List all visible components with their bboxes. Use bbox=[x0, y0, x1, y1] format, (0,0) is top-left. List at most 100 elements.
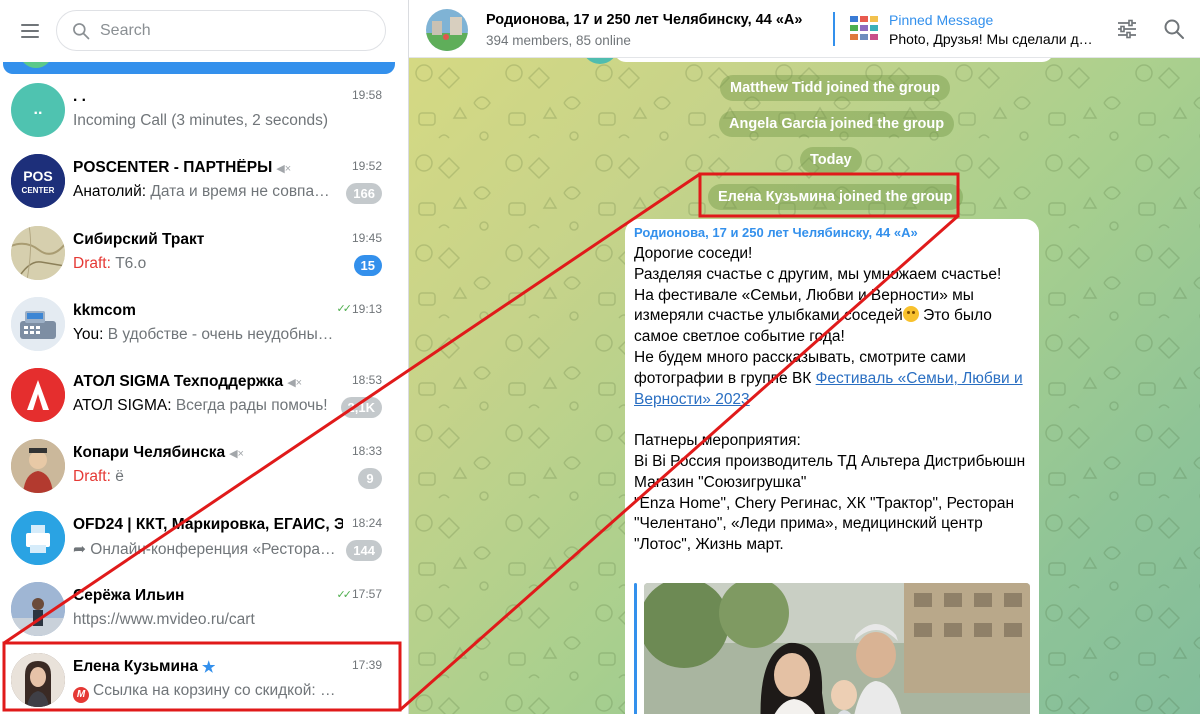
group-photo-icon bbox=[426, 9, 468, 51]
chat-preview-sender: Анатолий: bbox=[73, 183, 151, 201]
chat-time-text: 19:58 bbox=[351, 88, 382, 102]
search-icon[interactable] bbox=[1162, 17, 1186, 41]
avatar bbox=[11, 582, 65, 637]
post-text: Дорогие соседи! Разделяя счастье с други… bbox=[634, 244, 1034, 556]
chat-list-sidebar: .. . . 19:58 Incoming Call (3 minutes, 2… bbox=[0, 0, 409, 714]
chat-item-kopari[interactable]: Копари Челябинска ◀× 18:33 Draft: ё 9 bbox=[0, 430, 408, 501]
atol-logo-icon bbox=[11, 368, 65, 423]
filter-sliders-icon[interactable] bbox=[1115, 17, 1139, 41]
unread-badge: 9 bbox=[358, 468, 382, 490]
chat-title-text: OFD24 | ККТ, Маркировка, ЕГАИС, ЭДО bbox=[73, 515, 343, 533]
pinned-label: Pinned Message bbox=[889, 12, 994, 28]
chat-time-text: 18:24 bbox=[351, 515, 382, 530]
chat-list: .. . . 19:58 Incoming Call (3 minutes, 2… bbox=[0, 74, 408, 714]
forward-icon: ➦ bbox=[73, 540, 91, 558]
chat-title: Сибирский Тракт bbox=[73, 231, 204, 249]
group-avatar[interactable] bbox=[426, 9, 468, 51]
unread-badge: 144 bbox=[346, 539, 382, 561]
map-avatar-icon bbox=[11, 225, 65, 280]
chat-preview: Анатолий: Дата и время не совпадают bbox=[73, 183, 337, 201]
chat-title-text: . . bbox=[73, 88, 86, 105]
chat-preview-text: ё bbox=[115, 468, 124, 486]
chat-title[interactable]: Родионова, 17 и 250 лет Челябинску, 44 «… bbox=[486, 12, 802, 28]
chat-time: 18:53 bbox=[352, 373, 382, 387]
post-photo[interactable] bbox=[644, 583, 1030, 714]
chat-item-serezha-ilin[interactable]: Серёжа Ильин ✓✓ 17:57 https://www.mvideo.… bbox=[0, 573, 408, 644]
chat-title-text: Елена Кузьмина bbox=[73, 658, 198, 676]
poscenter-logo-icon: POS CENTER bbox=[11, 154, 65, 209]
unread-badge: 15 bbox=[353, 254, 382, 276]
date-separator: Today bbox=[800, 147, 862, 173]
avatar bbox=[11, 439, 65, 494]
chat-title: . . bbox=[73, 88, 86, 106]
chat-item-ofd24[interactable]: OFD24 | ККТ, Маркировка, ЕГАИС, ЭДО◀× 18… bbox=[0, 502, 408, 573]
avatar bbox=[11, 225, 65, 280]
chat-item-dots[interactable]: .. . . 19:58 Incoming Call (3 minutes, 2… bbox=[0, 74, 408, 145]
chat-item-kkmcom[interactable]: kkmcom ✓✓ 19:13 You: В удобстве - очень н… bbox=[0, 288, 408, 359]
chat-item-atol-sigma[interactable]: АТОЛ SIGMA Техподдержка ◀× 18:53 АТОЛ SIG… bbox=[0, 359, 408, 430]
pinned-text: Photo, Друзья! Мы сделали для вас bbox=[889, 31, 1095, 47]
chat-time-text: 17:57 bbox=[351, 587, 382, 602]
chat-item-poscenter[interactable]: POS CENTER POSCENTER - ПАРТНЁРЫ ◀× 19:52 … bbox=[0, 145, 408, 216]
chat-preview: https://www.mvideo.ru/cart bbox=[73, 611, 337, 629]
pinned-bar bbox=[833, 12, 835, 46]
person-avatar-icon bbox=[11, 582, 65, 637]
person-avatar-icon bbox=[11, 653, 65, 708]
chat-preview-text: Ссылка на корзину со скидкой: https://ww… bbox=[93, 682, 337, 700]
chat-time: 18:24 bbox=[352, 516, 382, 530]
chat-preview-text: Дата и время не совпадают bbox=[150, 183, 337, 201]
chat-preview-sender: АТОЛ SIGMA: bbox=[73, 397, 176, 415]
chat-time-text: 19:13 bbox=[351, 301, 382, 316]
chat-item-sibirsky-trakt[interactable]: Сибирский Тракт 19:45 Draft: Т6.о 15 bbox=[0, 217, 408, 288]
mvideo-logo-icon: M bbox=[73, 687, 89, 704]
star-icon: ★ bbox=[201, 659, 216, 677]
chat-background: Matthew Tidd joined the group Angela Gar… bbox=[409, 44, 1200, 714]
chat-time-text: 18:53 bbox=[351, 373, 382, 388]
chat-title: АТОЛ SIGMA Техподдержка ◀× bbox=[73, 373, 302, 391]
service-message: Елена Кузьмина joined the group bbox=[708, 184, 963, 210]
post-author[interactable]: Родионова, 17 и 250 лет Челябинску, 44 «… bbox=[634, 225, 918, 240]
chat-title: kkmcom bbox=[73, 302, 136, 320]
muted-icon: ◀× bbox=[287, 376, 303, 389]
chat-title: POSCENTER - ПАРТНЁРЫ ◀× bbox=[73, 159, 291, 177]
chat-item-elena-kuzmina[interactable]: Елена Кузьмина ★ 17:39 M Ссылка на корзину… bbox=[0, 644, 408, 714]
chat-time: 19:45 bbox=[352, 231, 382, 245]
post-line: "Enza Home", Chery Регинас, ХК "Трактор"… bbox=[634, 494, 1015, 554]
chat-preview: You: В удобстве - очень неудобный механи… bbox=[73, 326, 337, 344]
chat-time: 18:33 bbox=[352, 444, 382, 458]
chat-preview-sender: You: bbox=[73, 325, 108, 343]
chat-time: ✓✓ 19:13 bbox=[337, 302, 382, 316]
service-message: Angela Garcia joined the group bbox=[719, 111, 955, 137]
chat-title-text: Серёжа Ильин bbox=[73, 587, 185, 605]
chat-members-status: 394 members, 85 online bbox=[486, 33, 631, 48]
family-photo-icon bbox=[644, 583, 1030, 714]
chat-preview-text: Incoming Call (3 minutes, 2 seconds) bbox=[73, 112, 329, 129]
chat-time-text: 18:33 bbox=[351, 444, 382, 459]
channel-post[interactable]: Родионова, 17 и 250 лет Челябинску, 44 «… bbox=[625, 219, 1039, 714]
avatar bbox=[11, 368, 65, 423]
pinned-message[interactable]: Pinned Message Photo, Друзья! Мы сделали… bbox=[833, 10, 1095, 50]
chat-title-text: АТОЛ SIGMA Техподдержка bbox=[73, 373, 284, 391]
avatar bbox=[11, 510, 65, 565]
chat-time-text: 19:52 bbox=[351, 159, 382, 174]
chat-preview: Incoming Call (3 minutes, 2 seconds) bbox=[73, 112, 337, 130]
post-line: Bi Bi Россия производитель ТД Альтера Ди… bbox=[634, 452, 1026, 470]
hamburger-menu-icon[interactable] bbox=[10, 15, 50, 47]
chat-title: Серёжа Ильин bbox=[73, 587, 184, 605]
post-line: Разделяя счастье с другим, мы умножаем с… bbox=[634, 265, 1002, 283]
person-avatar-icon bbox=[11, 439, 65, 494]
post-line: Патнеры мероприятия: bbox=[634, 432, 801, 450]
search-box[interactable] bbox=[56, 10, 386, 51]
chat-title: OFD24 | ККТ, Маркировка, ЕГАИС, ЭДО◀× bbox=[73, 516, 343, 534]
chat-time: ✓✓ 17:57 bbox=[337, 587, 382, 601]
post-link-preview[interactable] bbox=[634, 583, 1032, 714]
svg-text:POS: POS bbox=[23, 168, 53, 184]
chat-preview: Draft: ё bbox=[73, 468, 337, 486]
chat-header[interactable]: Родионова, 17 и 250 лет Челябинску, 44 «… bbox=[409, 0, 1200, 58]
chat-title: Елена Кузьмина ★ bbox=[73, 658, 215, 676]
pinned-thumbnail bbox=[849, 14, 879, 44]
chat-preview: MСсылка на корзину со скидкой: https://w… bbox=[73, 682, 337, 704]
draft-label: Draft: bbox=[73, 468, 116, 486]
search-input[interactable] bbox=[100, 18, 370, 44]
read-checks-icon: ✓✓ bbox=[336, 303, 353, 316]
